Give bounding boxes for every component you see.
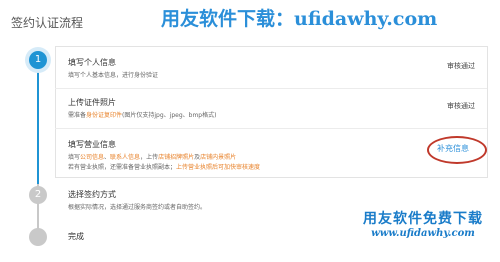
desc-text: 需准备 bbox=[68, 112, 87, 119]
page-title: 签约认证流程 bbox=[11, 16, 84, 30]
row-business-info-desc-1: 填写公司信息、联系人信息，上传店铺招牌照片及店铺内景照片 bbox=[68, 152, 236, 161]
watermark-bottom-cn: 用友软件免费下载 bbox=[363, 211, 483, 227]
row-upload-photo-title: 上传证件照片 bbox=[68, 98, 116, 107]
step-2-desc: 根据实际情况，选择通过服务商签约或者自助签约。 bbox=[68, 204, 207, 211]
store-sign-photo-link[interactable]: 店铺招牌照片 bbox=[158, 154, 194, 161]
row-business-info-title: 填写营业信息 bbox=[68, 140, 116, 149]
desc-text: ，上传 bbox=[140, 154, 159, 161]
row-upload-photo-status: 审核通过 bbox=[447, 102, 475, 110]
row-personal-info-desc: 填写个人基本信息，进行身份验证 bbox=[68, 72, 159, 79]
watermark-top: 用友软件下载：ufidawhy.com bbox=[161, 8, 438, 30]
row-personal-info-title: 填写个人信息 bbox=[68, 58, 116, 67]
row-personal-info-status: 审核通过 bbox=[447, 62, 475, 70]
step-1-indicator: 1 bbox=[29, 51, 47, 69]
store-interior-photo-link[interactable]: 店铺内景照片 bbox=[200, 154, 236, 161]
contact-info-link[interactable]: 联系人信息 bbox=[110, 154, 140, 161]
divider bbox=[55, 128, 487, 129]
watermark-bottom-url: www.ufidawhy.com bbox=[371, 228, 475, 239]
company-info-link[interactable]: 公司信息 bbox=[80, 154, 104, 161]
step-3-title: 完成 bbox=[68, 232, 84, 241]
id-card-link[interactable]: 身份证复印件 bbox=[86, 112, 122, 119]
desc-text: 若有营业执照，还需准备营业执照副本； bbox=[68, 164, 177, 171]
row-upload-photo-desc: 需准备身份证复印件(图片仅支持jpg、jpeg、bmp格式) bbox=[68, 110, 216, 119]
desc-text: 填写 bbox=[68, 154, 81, 161]
divider bbox=[55, 88, 487, 89]
business-license-note: 上传营业执照后可加快审核速度 bbox=[176, 164, 261, 171]
highlight-oval bbox=[427, 136, 487, 164]
step-2-title: 选择签约方式 bbox=[68, 190, 116, 199]
step-2-indicator: 2 bbox=[29, 186, 47, 204]
timeline-progress bbox=[37, 54, 39, 184]
step-3-indicator bbox=[29, 228, 47, 246]
watermark-bottom: 用友软件免费下载 www.ufidawhy.com bbox=[348, 208, 498, 239]
desc-text: (图片仅支持jpg、jpeg、bmp格式) bbox=[122, 112, 217, 119]
row-business-info-desc-2: 若有营业执照，还需准备营业执照副本；上传营业执照后可加快审核速度 bbox=[68, 162, 260, 171]
